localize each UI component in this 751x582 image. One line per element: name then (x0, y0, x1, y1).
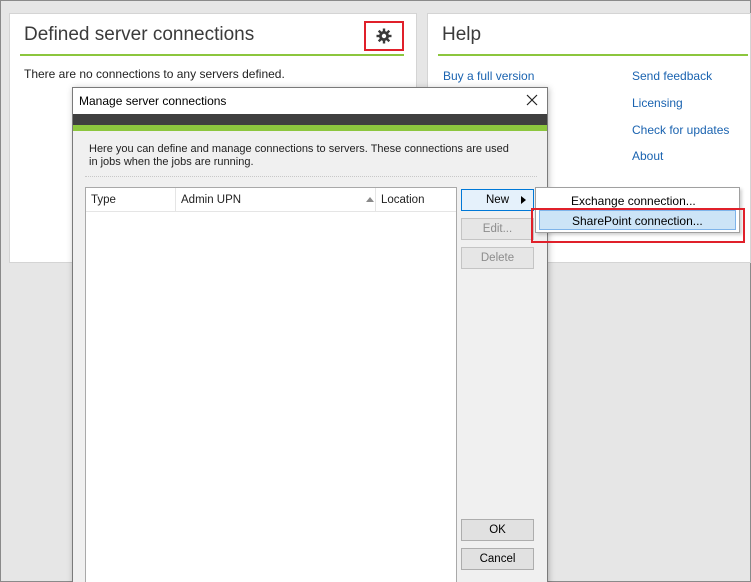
column-header-location[interactable]: Location (376, 188, 456, 212)
panel-divider (438, 54, 748, 56)
dialog-description: Here you can define and manage connectio… (89, 143, 509, 168)
menu-item-exchange-connection[interactable]: Exchange connection... (539, 190, 736, 210)
link-about[interactable]: About (632, 149, 663, 163)
link-send-feedback[interactable]: Send feedback (632, 69, 712, 83)
submenu-arrow-icon (521, 196, 526, 204)
panel-title-help: Help (442, 24, 482, 45)
delete-button[interactable]: Delete (461, 247, 534, 269)
dialog-titlebar: Manage server connections (73, 88, 547, 114)
column-header-admin-upn[interactable]: Admin UPN (176, 188, 376, 212)
gear-icon (376, 28, 392, 44)
link-buy-full-version[interactable]: Buy a full version (443, 69, 534, 83)
close-icon (526, 94, 538, 106)
link-licensing[interactable]: Licensing (632, 96, 683, 110)
sharepoint-highlight-frame (531, 208, 745, 243)
settings-button[interactable] (364, 21, 404, 51)
new-button[interactable]: New (461, 189, 534, 211)
edit-button[interactable]: Edit... (461, 218, 534, 240)
panel-divider (20, 54, 404, 56)
dialog-accent-band (73, 125, 547, 131)
sort-ascending-icon (366, 197, 374, 202)
connections-list[interactable]: Type Admin UPN Location (85, 187, 457, 582)
ok-button[interactable]: OK (461, 519, 534, 541)
dialog-header-band (73, 114, 547, 125)
close-button[interactable] (523, 91, 541, 109)
list-header: Type Admin UPN Location (86, 188, 456, 212)
manage-connections-dialog: Manage server connections Here you can d… (72, 87, 548, 582)
dialog-title: Manage server connections (79, 94, 227, 108)
new-button-label: New (486, 194, 510, 206)
column-header-type[interactable]: Type (86, 188, 176, 212)
description-divider (85, 176, 537, 177)
link-check-for-updates[interactable]: Check for updates (632, 123, 729, 137)
panel-title-connections: Defined server connections (24, 24, 255, 45)
empty-connections-message: There are no connections to any servers … (24, 67, 285, 81)
cancel-button[interactable]: Cancel (461, 548, 534, 570)
column-header-label: Admin UPN (181, 194, 242, 206)
